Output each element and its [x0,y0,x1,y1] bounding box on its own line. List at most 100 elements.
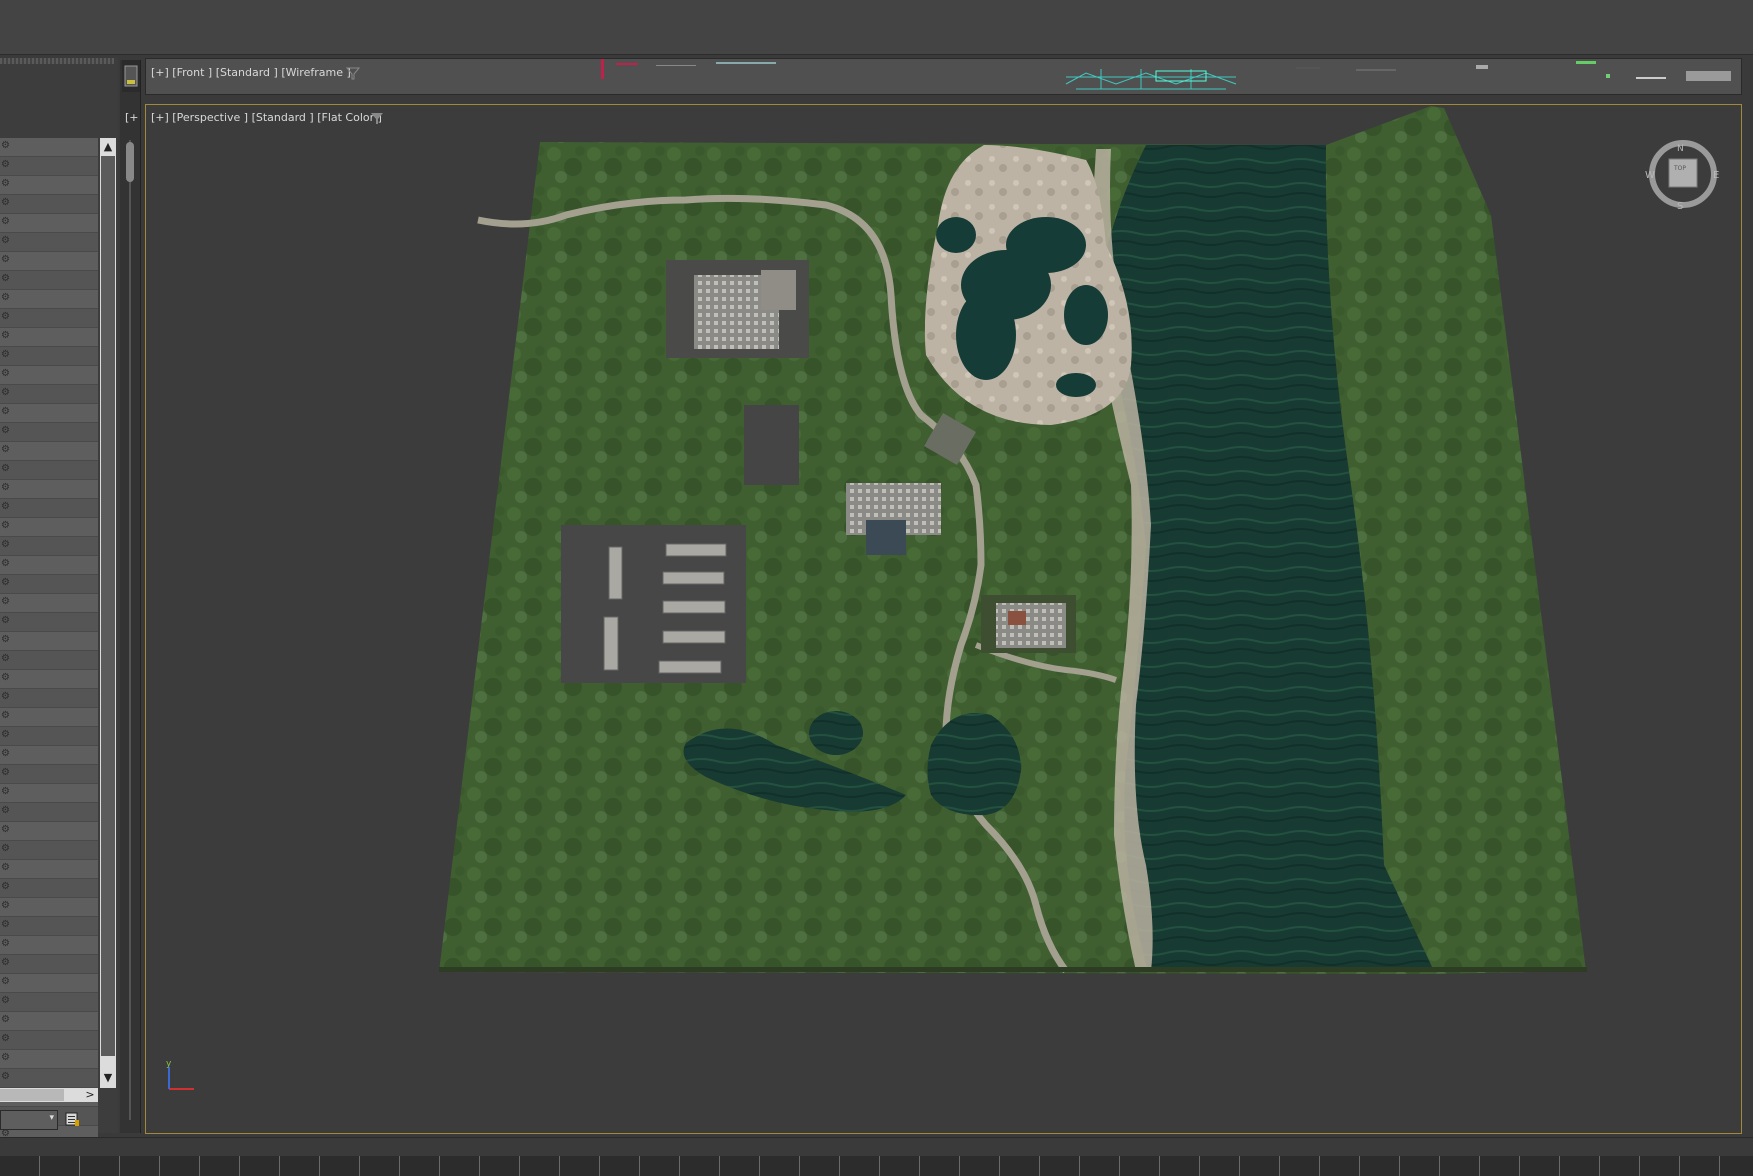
front-viewport[interactable]: [+] [Front ] [Standard ] [Wireframe ] [145,58,1742,95]
list-item[interactable]: ⚙ [0,138,98,157]
list-item[interactable]: ⚙ [0,214,98,233]
list-item[interactable]: ⚙ [0,841,98,860]
explorer-filter-dropdown[interactable]: ▾ [0,1110,58,1130]
timeline-bar [0,1137,1753,1176]
object-type-icon: ⚙ [1,330,10,341]
viewport-layout-icon[interactable] [122,60,140,92]
list-item[interactable]: ⚙ [0,195,98,214]
list-item[interactable]: ⚙ [0,423,98,442]
list-item[interactable]: ⚙ [0,898,98,917]
list-item[interactable]: ⚙ [0,271,98,290]
factory-annex[interactable] [761,270,796,310]
view-cube-icon[interactable]: N S E W TOP [1643,134,1723,210]
list-item[interactable]: ⚙ [0,879,98,898]
object-type-icon: ⚙ [1,520,10,531]
object-type-icon: ⚙ [1,349,10,360]
scene-list-vertical-scrollbar[interactable]: ▲ ▼ [100,138,116,1088]
compass-east[interactable]: E [1713,170,1719,181]
list-item[interactable]: ⚙ [0,1050,98,1069]
object-type-icon: ⚙ [1,216,10,227]
list-item[interactable]: ⚙ [0,328,98,347]
compass-north[interactable]: N [1677,144,1684,154]
list-item[interactable]: ⚙ [0,480,98,499]
list-item[interactable]: ⚙ [0,442,98,461]
list-item[interactable]: ⚙ [0,499,98,518]
list-item[interactable]: ⚙ [0,860,98,879]
list-item[interactable]: ⚙ [0,176,98,195]
scroll-thumb[interactable] [101,156,115,1056]
list-item[interactable]: ⚙ [0,252,98,271]
list-item[interactable]: ⚙ [0,157,98,176]
object-type-icon: ⚙ [1,919,10,930]
list-item[interactable]: ⚙ [0,746,98,765]
list-item[interactable]: ⚙ [0,974,98,993]
object-type-icon: ⚙ [1,463,10,474]
scene-explorer-panel: ⚙ ⚙ ⚙ ⚙ ⚙ ⚙ ⚙ ⚙ ⚙ ⚙ ⚙ ⚙ ⚙ ⚙ ⚙ ⚙ ⚙ ⚙ ⚙ ⚙ ⚙ ⚙ ⚙ ⚙ ⚙ ⚙ ⚙ ⚙ ⚙ ⚙ ⚙ ⚙ ⚙ ⚙ ⚙ ⚙ ⚙ ⚙ ⚙ ⚙… [0,58,118,1145]
scene-object-list[interactable]: ⚙ ⚙ ⚙ ⚙ ⚙ ⚙ ⚙ ⚙ ⚙ ⚙ ⚙ ⚙ ⚙ ⚙ ⚙ ⚙ ⚙ ⚙ ⚙ ⚙ ⚙ ⚙ ⚙ ⚙ ⚙ ⚙ ⚙ ⚙ ⚙ ⚙ ⚙ ⚙ ⚙ ⚙ ⚙ ⚙ ⚙ ⚙ ⚙ ⚙… [0,138,98,1145]
compass-south[interactable]: S [1677,201,1683,210]
list-item[interactable]: ⚙ [0,537,98,556]
scroll-up-icon[interactable]: ▲ [100,139,116,155]
list-item[interactable]: ⚙ [0,651,98,670]
object-type-icon: ⚙ [1,178,10,189]
list-item[interactable]: ⚙ [0,290,98,309]
scroll-down-icon[interactable]: ▼ [100,1070,116,1086]
list-item[interactable]: ⚙ [0,1012,98,1031]
panel-grip[interactable] [0,58,114,64]
list-item[interactable]: ⚙ [0,917,98,936]
hscroll-thumb[interactable] [0,1089,64,1101]
list-item[interactable]: ⚙ [0,1031,98,1050]
object-type-icon: ⚙ [1,273,10,284]
list-item[interactable]: ⚙ [0,955,98,974]
timeline-ruler[interactable] [0,1156,1753,1176]
object-type-icon: ⚙ [1,558,10,569]
list-item[interactable]: ⚙ [0,936,98,955]
object-type-icon: ⚙ [1,615,10,626]
filter-icon[interactable] [346,66,360,80]
list-item[interactable]: ⚙ [0,556,98,575]
empty-lot [744,405,799,485]
scroll-right-icon[interactable]: > [82,1087,98,1103]
perspective-viewport[interactable]: [+] [Perspective ] [Standard ] [Flat Col… [145,104,1742,1134]
list-item[interactable]: ⚙ [0,632,98,651]
terrain-edge [439,967,1587,972]
list-item[interactable]: ⚙ [0,385,98,404]
list-item[interactable]: ⚙ [0,1069,98,1088]
list-item[interactable]: ⚙ [0,347,98,366]
compass-west[interactable]: W [1645,170,1655,181]
object-type-icon: ⚙ [1,881,10,892]
list-item[interactable]: ⚙ [0,613,98,632]
list-item[interactable]: ⚙ [0,727,98,746]
viewport-side-slider[interactable] [120,60,141,1133]
small-pond[interactable] [809,711,863,755]
list-item[interactable]: ⚙ [0,404,98,423]
list-item[interactable]: ⚙ [0,670,98,689]
farmhouse[interactable] [981,595,1076,653]
front-viewport-label[interactable]: [+] [Front ] [Standard ] [Wireframe ] [151,66,351,79]
terrain-scene[interactable]: y [146,105,1741,1133]
list-item[interactable]: ⚙ [0,518,98,537]
object-type-icon: ⚙ [1,976,10,987]
list-item[interactable]: ⚙ [0,765,98,784]
chevron-down-icon: ▾ [49,1113,54,1123]
list-item[interactable]: ⚙ [0,993,98,1012]
list-item[interactable]: ⚙ [0,575,98,594]
list-item[interactable]: ⚙ [0,822,98,841]
list-item[interactable]: ⚙ [0,708,98,727]
list-item[interactable]: ⚙ [0,784,98,803]
list-item[interactable]: ⚙ [0,233,98,252]
slider-knob[interactable] [126,142,134,182]
cube-face-top[interactable]: TOP [1673,165,1686,172]
list-item[interactable]: ⚙ [0,461,98,480]
list-item[interactable]: ⚙ [0,803,98,822]
list-options-icon[interactable] [64,1111,80,1127]
list-item[interactable]: ⚙ [0,594,98,613]
list-item[interactable]: ⚙ [0,366,98,385]
object-type-icon: ⚙ [1,292,10,303]
side-viewport-label[interactable]: [+ [125,111,139,124]
scene-list-horizontal-scrollbar[interactable]: > [0,1088,98,1102]
list-item[interactable]: ⚙ [0,689,98,708]
object-type-icon: ⚙ [1,1014,10,1025]
list-item[interactable]: ⚙ [0,309,98,328]
viewport-icon-strip [122,60,140,92]
